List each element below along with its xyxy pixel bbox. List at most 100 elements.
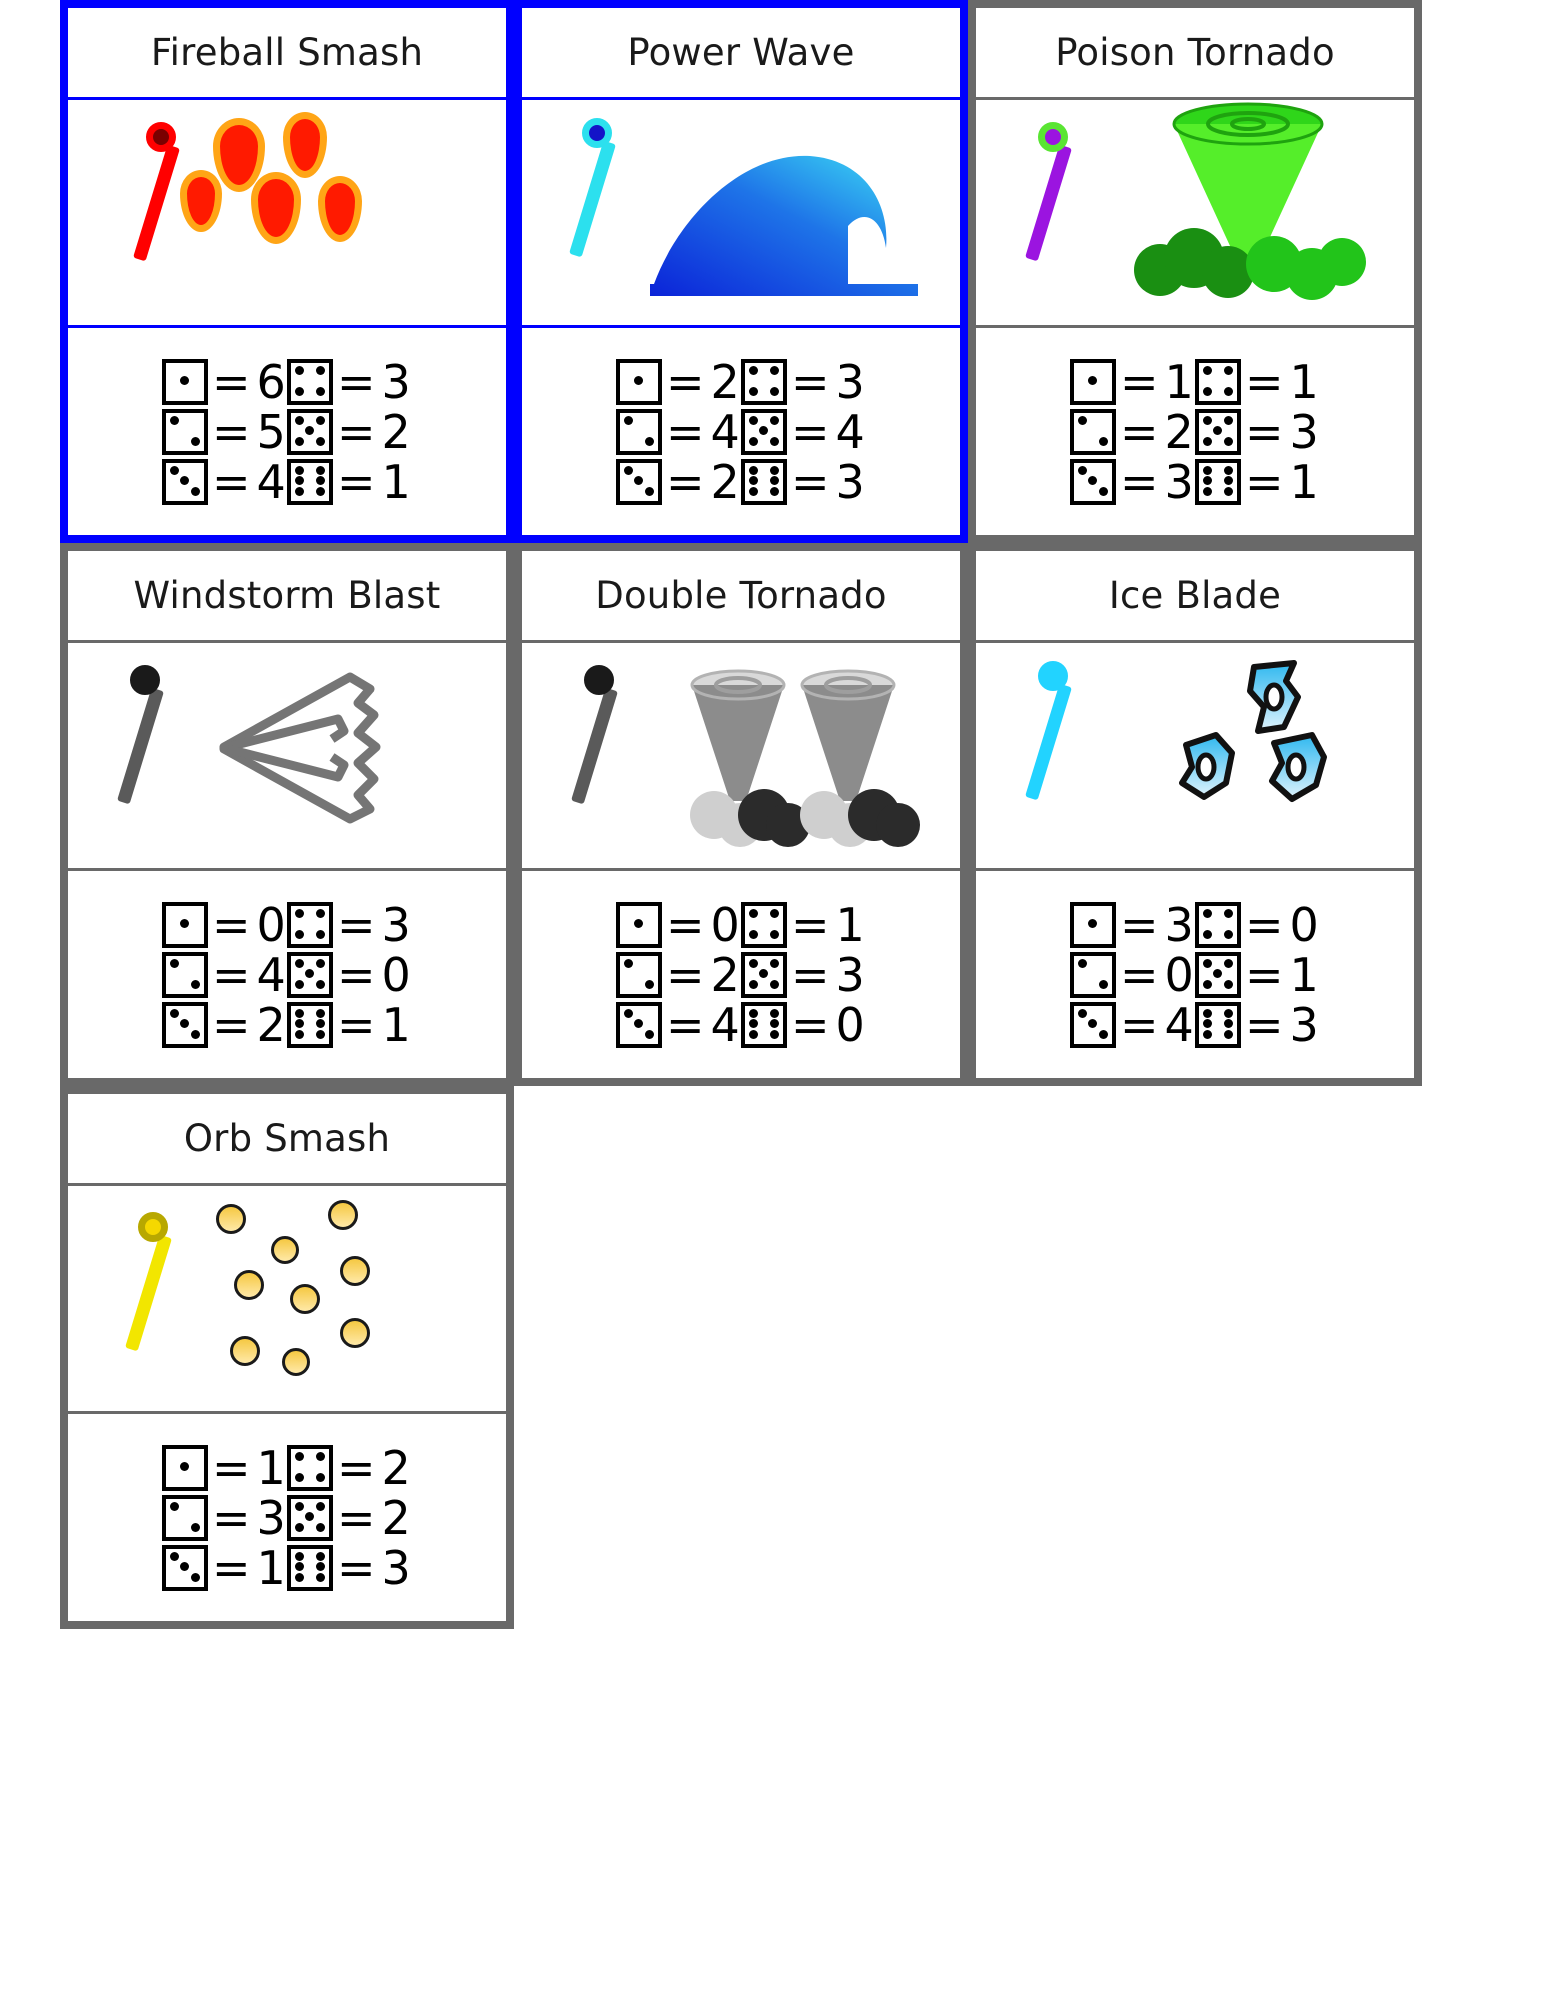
dice-stat-left: = 2 [162, 997, 287, 1052]
pip [1202, 365, 1212, 375]
spell-card-orb-smash[interactable]: Orb Smash = 1 = 2 = 3 = 2 = 1 = 3 [60, 1086, 514, 1629]
pip [1224, 958, 1234, 968]
die-face-one [162, 901, 208, 948]
dice-stat-value: 3 [1289, 404, 1319, 459]
pip [294, 486, 304, 496]
dice-stat-row: = 2 = 1 [162, 997, 412, 1052]
spell-card-double-tornado[interactable]: Double Tornado = 0 = 1 = 2 = 3 = 4 = 0 [514, 543, 968, 1086]
pip [305, 1512, 315, 1522]
die-face-six [287, 1544, 333, 1591]
equals-sign: = [1120, 454, 1159, 509]
dice-stat-right: = 1 [1195, 458, 1320, 505]
dice-stat-left: = 3 [1070, 454, 1195, 509]
equals-sign: = [337, 897, 376, 952]
double-tornado-icon [690, 669, 920, 847]
equals-sign: = [666, 404, 705, 459]
die-face-six [741, 1001, 787, 1048]
pip [180, 1019, 190, 1029]
pip [1202, 979, 1212, 989]
dice-stat-value: 1 [381, 997, 411, 1052]
equals-sign: = [212, 454, 251, 509]
equals-sign: = [337, 947, 376, 1002]
equals-sign: = [337, 354, 376, 409]
pip [770, 476, 780, 486]
card-dice-table: = 2 = 3 = 4 = 4 = 2 = 3 [522, 328, 960, 535]
die-face-two [1070, 951, 1116, 998]
equals-sign: = [1120, 354, 1159, 409]
pip [180, 1562, 190, 1572]
wave-art [522, 100, 960, 325]
die-face-five [287, 408, 333, 455]
dice-stat-left: = 1 [162, 1444, 287, 1491]
equals-sign: = [212, 1490, 251, 1545]
pip [191, 436, 201, 446]
die-face-five [1195, 408, 1241, 455]
dice-stat-row: = 2 = 3 [616, 454, 866, 509]
pip [316, 908, 326, 918]
dice-stat-right: = 3 [287, 354, 412, 409]
pip [1088, 476, 1098, 486]
pip [1202, 1029, 1212, 1039]
dice-stat-right: = 0 [287, 947, 412, 1002]
dice-stat-value: 3 [381, 1540, 411, 1595]
pip [191, 1572, 201, 1582]
die-face-six [287, 1001, 333, 1048]
equals-sign: = [1120, 997, 1159, 1052]
pip [1202, 1008, 1212, 1018]
pip [1224, 1019, 1234, 1029]
spell-card-poison-tornado[interactable]: Poison Tornado = 1 = 1 = 2 = 3 = 3 = 1 [968, 0, 1422, 543]
pip [1202, 415, 1212, 425]
pip [1224, 929, 1234, 939]
dice-stat-right: = 1 [1195, 358, 1320, 405]
dice-stat-left: = 5 [162, 404, 287, 459]
dice-stat-left: = 2 [616, 947, 741, 1002]
pip [1224, 415, 1234, 425]
pip [634, 1019, 644, 1029]
die-face-two [1070, 408, 1116, 455]
pip [1077, 958, 1087, 968]
spell-card-fireball-smash[interactable]: Fireball Smash = 6 = 3 = 5 = 2 = 4 = 1 [60, 0, 514, 543]
pip [645, 979, 655, 989]
pip [770, 979, 780, 989]
pip [191, 1522, 201, 1532]
pip [623, 958, 633, 968]
die-face-three [162, 458, 208, 505]
equals-sign: = [337, 454, 376, 509]
dice-stat-left: = 0 [162, 897, 287, 952]
die-face-five [741, 408, 787, 455]
equals-sign: = [666, 454, 705, 509]
dice-stat-left: = 2 [616, 358, 741, 405]
equals-sign: = [212, 1540, 251, 1595]
dice-stat-value: 1 [1164, 354, 1194, 409]
dice-stat-value: 1 [381, 454, 411, 509]
pip [169, 465, 179, 475]
pip [316, 486, 326, 496]
dice-stat-right: = 2 [287, 408, 412, 455]
dice-stat-value: 3 [835, 947, 865, 1002]
dice-stat-value: 2 [256, 997, 286, 1052]
flame-icon [283, 112, 327, 178]
dice-stat-right: = 3 [1195, 404, 1320, 459]
card-artwork [68, 100, 506, 328]
dice-stat-row: = 3 = 0 [1070, 901, 1320, 948]
pip [316, 1572, 326, 1582]
pip [1213, 426, 1223, 436]
equals-sign: = [212, 897, 251, 952]
die-face-four [741, 901, 787, 948]
tornado-icon [1134, 102, 1366, 300]
dice-stat-value: 5 [256, 404, 286, 459]
spell-card-power-wave[interactable]: Power Wave = 2 = 3 = 4 = 4 = 2 = 3 [514, 0, 968, 543]
equals-sign: = [1120, 404, 1159, 459]
pip [1202, 958, 1212, 968]
orb-icon [282, 1348, 310, 1376]
pip [294, 415, 304, 425]
spell-card-windstorm-blast[interactable]: Windstorm Blast = 0 = 3 = 4 = 0 = 2 = 1 [60, 543, 514, 1086]
pip [1077, 1008, 1087, 1018]
pip [1224, 386, 1234, 396]
dice-stat-left: = 0 [1070, 951, 1195, 998]
ice-blade-art [976, 643, 1414, 868]
card-title: Double Tornado [522, 551, 960, 643]
dice-stat-value: 2 [710, 947, 740, 1002]
spell-card-ice-blade[interactable]: Ice Blade = 3 = 0 = 0 = 1 = 4 = 3 [968, 543, 1422, 1086]
pip [748, 958, 758, 968]
